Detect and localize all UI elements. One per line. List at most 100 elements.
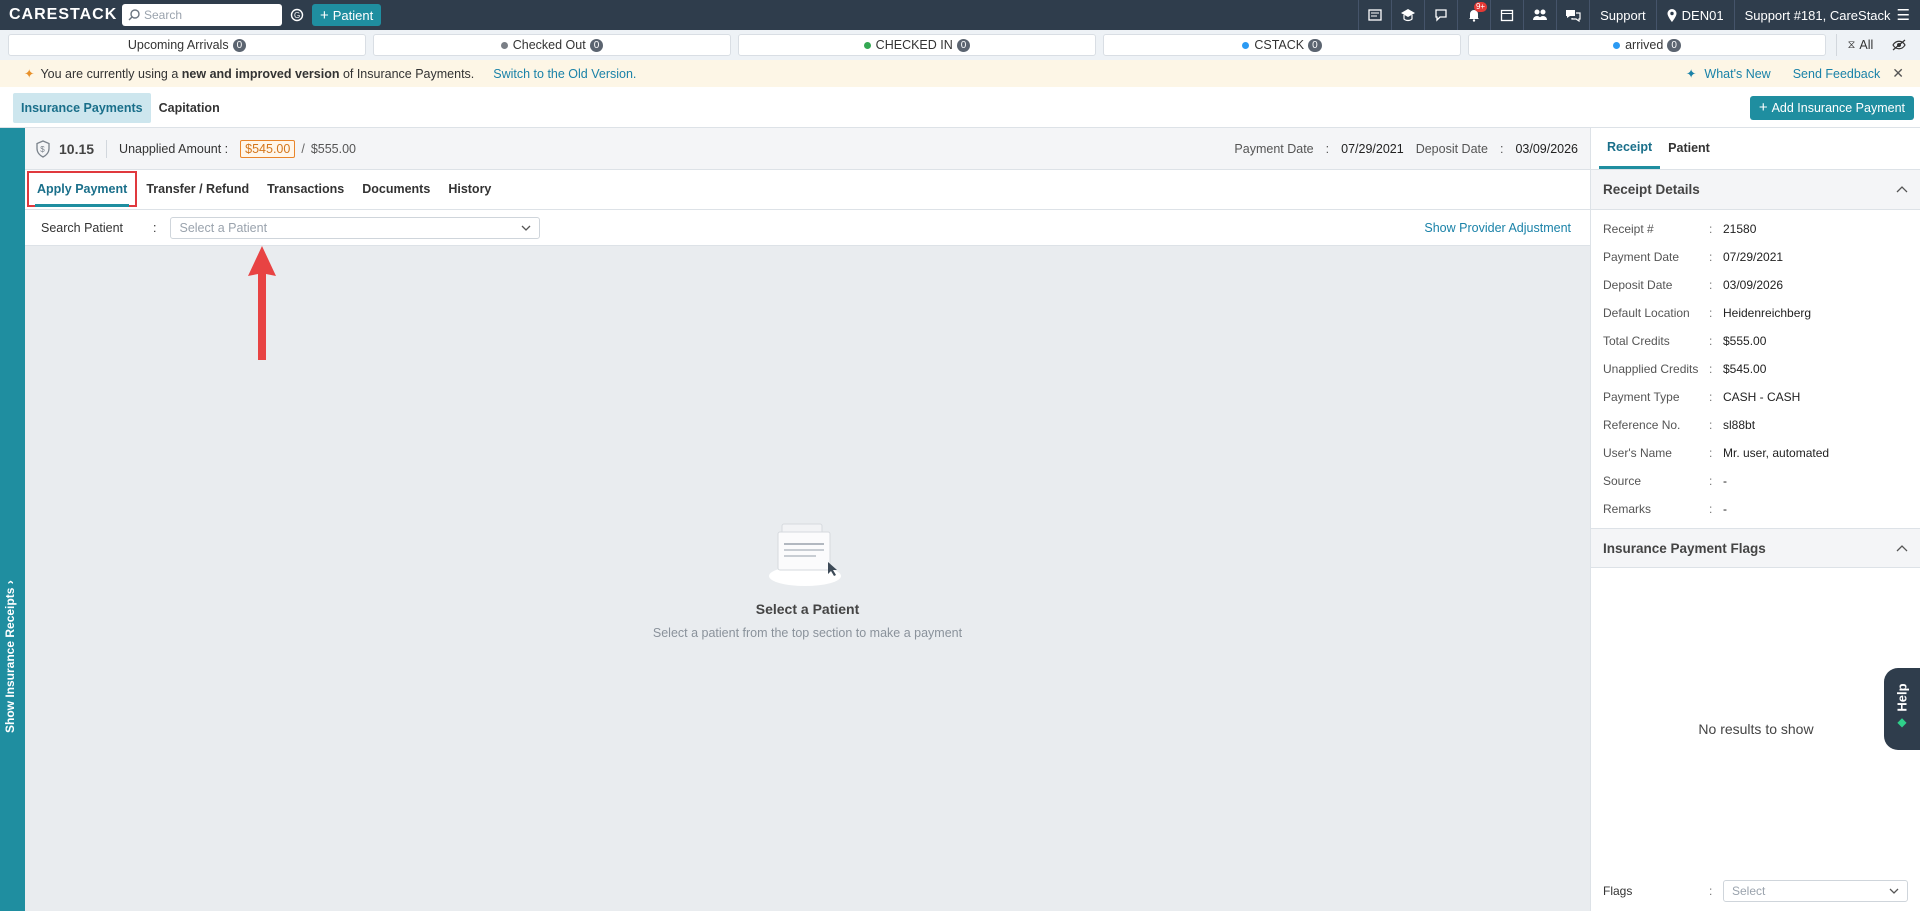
detail-key: Default Location <box>1603 306 1690 320</box>
annotation-arrow-icon <box>248 246 276 360</box>
detail-value: Heidenreichberg <box>1723 306 1812 320</box>
detail-key: Payment Type <box>1603 390 1680 404</box>
detail-value: CASH - CASH <box>1723 390 1801 404</box>
detail-key: Reference No. <box>1603 418 1681 432</box>
status-count: 0 <box>1308 38 1322 52</box>
payment-header: $ 10.15 Unapplied Amount : $545.00 / $55… <box>25 128 1590 170</box>
status-checked-in[interactable]: CHECKED IN 0 <box>738 34 1096 56</box>
status-dot-icon <box>500 41 508 49</box>
search-input[interactable] <box>144 8 274 22</box>
add-patient-button[interactable]: + Patient <box>312 4 382 26</box>
tab-history[interactable]: History <box>439 169 500 209</box>
colon: : <box>1709 306 1713 320</box>
flags-field-row: Flags : Select <box>1603 880 1908 902</box>
status-upcoming-arrivals[interactable]: Upcoming Arrivals 0 <box>8 34 366 56</box>
support-link[interactable]: Support <box>1589 0 1656 30</box>
side-panel-tabs: Receipt Patient <box>1591 128 1920 170</box>
colon: : <box>1709 418 1713 432</box>
checklist-icon[interactable] <box>1358 0 1391 30</box>
show-provider-adjustment-link[interactable]: Show Provider Adjustment <box>1424 221 1571 235</box>
detail-key: Unapplied Credits <box>1603 362 1699 376</box>
colon: : <box>1709 278 1713 292</box>
flags-select-placeholder: Select <box>1732 884 1766 898</box>
colon: : <box>1709 884 1713 898</box>
tab-insurance-payments[interactable]: Insurance Payments <box>13 92 151 123</box>
tab-documents[interactable]: Documents <box>353 169 439 209</box>
global-search[interactable] <box>122 4 282 26</box>
detail-row: Unapplied Credits: $545.00 <box>1591 355 1920 383</box>
sparkle-icon: ✦ <box>1685 67 1697 81</box>
sparkle-icon: ✦ <box>24 67 35 81</box>
detail-value: - <box>1723 502 1727 516</box>
chevron-up-icon[interactable] <box>1896 544 1908 552</box>
detail-key: Receipt # <box>1603 222 1654 236</box>
deposit-date-label: Deposit Date <box>1415 141 1488 156</box>
add-patient-label: Patient <box>332 7 374 23</box>
receipt-details-title: Receipt Details <box>1603 182 1700 197</box>
colon: : <box>1709 222 1713 236</box>
filter-all-label: All <box>1859 38 1874 52</box>
help-widget[interactable]: Help ◆ <box>1884 668 1920 750</box>
detail-value: 03/09/2026 <box>1723 278 1784 292</box>
show-insurance-receipts-rail[interactable]: Show Insurance Receipts › <box>0 128 25 911</box>
colon: : <box>1709 390 1713 404</box>
empty-state-subtitle: Select a patient from the top section to… <box>652 626 963 640</box>
location-selector[interactable]: DEN01 <box>1655 0 1734 30</box>
detail-row: User's Name: Mr. user, automated <box>1591 439 1920 467</box>
detail-key: Payment Date <box>1603 250 1680 264</box>
add-insurance-payment-button[interactable]: + Add Insurance Payment <box>1749 95 1914 120</box>
plus-icon: + <box>320 6 329 24</box>
filter-all-button[interactable]: ⧖ All <box>1836 34 1884 56</box>
amount-separator: / <box>301 141 305 156</box>
notifications-bell-icon[interactable]: 9+ <box>1457 0 1490 30</box>
status-arrived[interactable]: arrived 0 <box>1468 34 1826 56</box>
detail-key: Deposit Date <box>1603 278 1673 292</box>
status-cstack[interactable]: CSTACK 0 <box>1103 34 1461 56</box>
quick-action-icon[interactable]: G <box>290 8 304 22</box>
location-pin-icon <box>1667 8 1677 22</box>
receipt-details-header[interactable]: Receipt Details <box>1591 170 1920 210</box>
detail-value: 21580 <box>1723 222 1757 236</box>
location-label: DEN01 <box>1681 7 1724 23</box>
show-insurance-receipts-label: Show Insurance Receipts › <box>3 580 17 733</box>
users-icon[interactable] <box>1523 0 1556 30</box>
switch-old-version-link[interactable]: Switch to the Old Version. <box>493 67 636 81</box>
chat-icon[interactable] <box>1424 0 1457 30</box>
detail-value: sl88bt <box>1723 418 1756 432</box>
send-feedback-link[interactable]: Send Feedback <box>1793 67 1881 81</box>
graduation-cap-icon[interactable] <box>1391 0 1424 30</box>
insurance-payment-flags-header[interactable]: Insurance Payment Flags <box>1591 528 1920 568</box>
payment-date-label: Payment Date <box>1234 141 1314 156</box>
tab-patient[interactable]: Patient <box>1660 127 1718 169</box>
tab-receipt[interactable]: Receipt <box>1599 127 1661 169</box>
tab-apply-payment[interactable]: Apply Payment <box>27 171 138 207</box>
calendar-icon[interactable] <box>1490 0 1523 30</box>
payment-subtabs: Apply Payment Transfer / Refund Transact… <box>25 170 1590 210</box>
hide-eye-icon[interactable] <box>1884 39 1914 51</box>
flags-select-dropdown[interactable]: Select <box>1723 880 1908 902</box>
add-insurance-payment-label: Add Insurance Payment <box>1771 100 1905 115</box>
select-patient-dropdown[interactable]: Select a Patient <box>170 216 541 239</box>
search-patient-row: Search Patient : Select a Patient Show P… <box>25 210 1590 246</box>
close-icon[interactable]: ✕ <box>1892 65 1904 82</box>
carestack-logo[interactable]: CARESTACK <box>9 6 121 24</box>
detail-key: Total Credits <box>1603 334 1670 348</box>
detail-value: - <box>1723 474 1727 488</box>
colon: : <box>1325 141 1330 156</box>
messages-icon[interactable] <box>1556 0 1589 30</box>
status-checked-out[interactable]: Checked Out 0 <box>373 34 731 56</box>
status-count: 0 <box>589 38 604 52</box>
colon: : <box>1709 334 1713 348</box>
new-version-banner: ✦ You are currently using a new and impr… <box>0 60 1920 87</box>
payment-type-tabs: Insurance Payments Capitation + Add Insu… <box>0 88 1920 128</box>
user-menu[interactable]: Support #181, CareStack ☰ <box>1733 0 1920 30</box>
colon: : <box>1709 446 1713 460</box>
tab-transfer-refund[interactable]: Transfer / Refund <box>137 169 258 209</box>
tab-transactions[interactable]: Transactions <box>258 169 353 209</box>
chevron-up-icon[interactable] <box>1896 186 1908 193</box>
hamburger-menu-icon[interactable]: ☰ <box>1897 6 1910 24</box>
appointment-status-bar: Upcoming Arrivals 0 Checked Out 0 CHECKE… <box>0 30 1920 60</box>
detail-row: Source: - <box>1591 467 1920 495</box>
tab-capitation[interactable]: Capitation <box>151 93 228 123</box>
whats-new-link[interactable]: What's New <box>1704 67 1770 81</box>
